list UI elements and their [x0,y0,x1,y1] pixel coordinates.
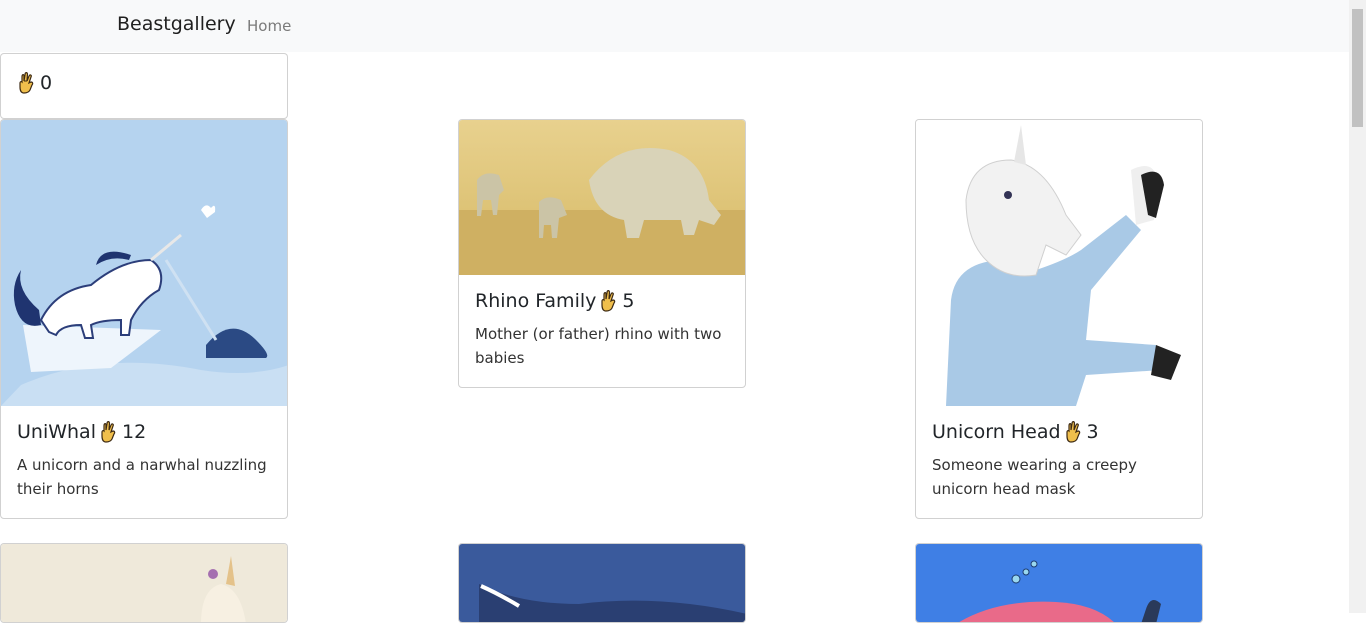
uniwhal-illustration [1,205,287,406]
vertical-scrollbar[interactable] [1349,0,1366,613]
shark-illustration [479,584,745,622]
unicorn-head-image[interactable] [916,120,1202,406]
brand-link[interactable]: Beastgallery [117,13,236,35]
rhino-family-image[interactable] [459,120,745,275]
card-description: Someone wearing a creepy unicorn head ma… [932,456,1137,498]
total-votes-count: 0 [40,72,53,94]
crossed-fingers-icon[interactable] [1065,421,1083,443]
total-votes-card: 0 [0,53,288,119]
card-description: A unicorn and a narwhal nuzzling their h… [17,456,267,498]
beast-card[interactable]: Unicorn Head 3 Someone wearing a creepy … [915,119,1203,519]
beast-card[interactable] [0,543,288,623]
unicorn-toy-photo [201,556,246,622]
beast-card[interactable] [458,543,746,623]
whale-illustration [959,560,1161,622]
beast-card[interactable]: UniWhal 12 A unicorn and a narwhal nuzzl… [0,119,288,519]
scrollbar-thumb[interactable] [1352,9,1363,127]
shark-image[interactable] [459,544,745,622]
unicorn-toy-image[interactable] [1,544,287,622]
rhino-photo [459,148,745,275]
beast-card[interactable]: Rhino Family 5 Mother (or father) rhino … [458,119,746,388]
uniwhal-image[interactable] [1,120,287,406]
crossed-fingers-icon[interactable] [18,72,36,94]
card-vote-count: 5 [622,290,635,312]
card-vote-count: 12 [121,421,147,443]
whale-image[interactable] [916,544,1202,622]
crossed-fingers-icon[interactable] [600,290,618,312]
beast-card[interactable] [915,543,1203,623]
crossed-fingers-icon[interactable] [100,421,118,443]
card-title: Rhino Family [475,290,597,312]
nav-home-link[interactable]: Home [247,17,291,35]
card-vote-count: 3 [1086,421,1099,443]
card-description: Mother (or father) rhino with two babies [475,325,722,367]
card-title: Unicorn Head [932,421,1061,443]
unicorn-mask-photo [946,125,1181,406]
card-title: UniWhal [17,421,96,443]
navbar: Beastgallery Home [0,0,1349,52]
